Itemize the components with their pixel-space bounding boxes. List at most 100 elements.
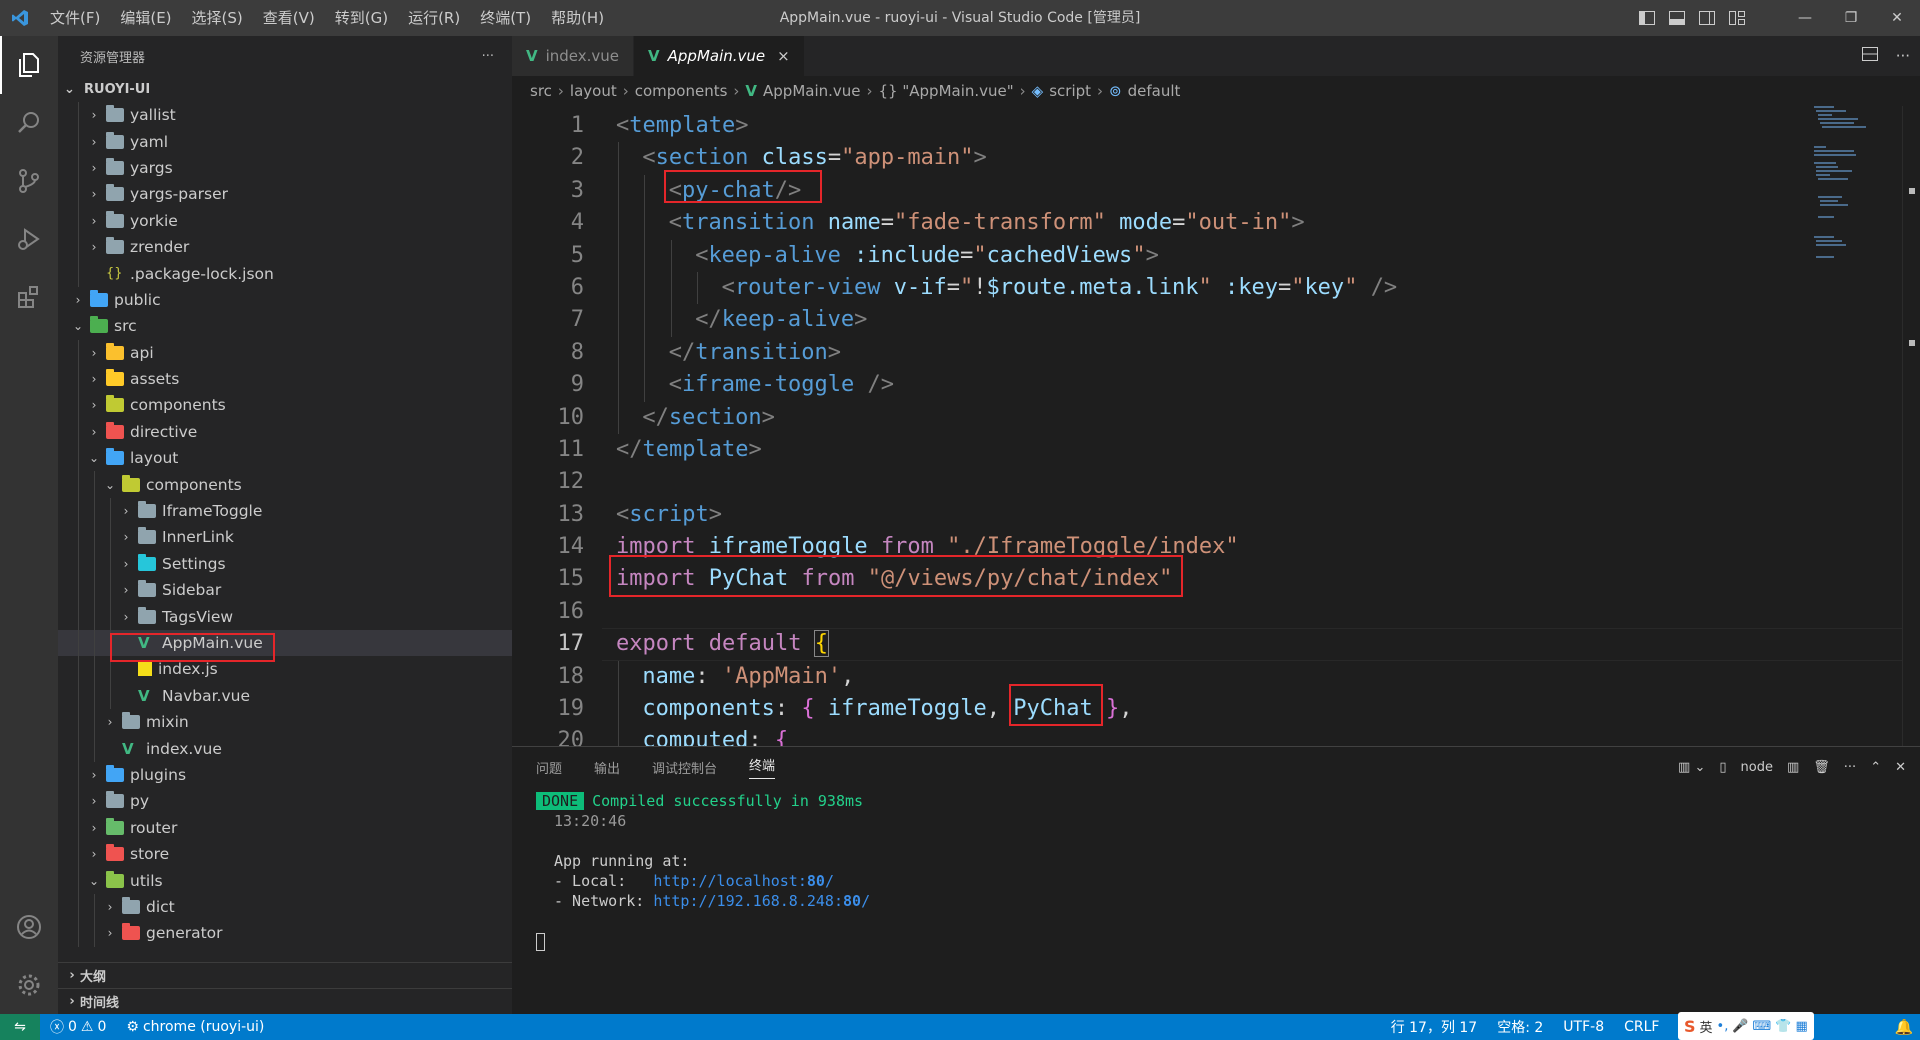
code-line[interactable]: 7 </keep-alive> [512, 304, 1902, 337]
skin-icon[interactable]: 👕 [1775, 1019, 1791, 1034]
close-window-icon[interactable]: ✕ [1874, 0, 1920, 36]
tree-folder[interactable]: › Settings [58, 550, 512, 578]
terminal-icon[interactable]: ▯ [1719, 760, 1726, 775]
breadcrumb-item[interactable]: src [530, 82, 552, 100]
tree-folder[interactable]: ⌄ utils [58, 867, 512, 894]
tree-folder[interactable]: › yargs-parser [58, 181, 512, 208]
code-line[interactable]: 11 </template> [512, 434, 1902, 466]
tree-folder[interactable]: › api [58, 339, 512, 366]
code-line[interactable]: 5 <keep-alive :include="cachedViews"> [512, 239, 1902, 272]
breadcrumb-item[interactable]: {} "AppMain.vue" [879, 82, 1014, 100]
code-line[interactable]: 10 </section> [512, 401, 1902, 434]
explorer-icon[interactable] [0, 36, 58, 94]
tree-folder[interactable]: › TagsView [58, 603, 512, 630]
editor-scrollbar[interactable] [1902, 106, 1920, 746]
cursor-position[interactable]: 行 17，列 17 [1381, 1017, 1488, 1037]
close-tab-icon[interactable]: × [777, 47, 790, 65]
tree-folder[interactable]: › components [58, 392, 512, 419]
breadcrumb-item[interactable]: components [635, 82, 728, 100]
minimize-icon[interactable]: — [1782, 0, 1828, 36]
remote-icon[interactable]: ⇋ [0, 1014, 40, 1040]
tree-file[interactable]: index.js [58, 656, 512, 683]
tree-folder[interactable]: › public [58, 287, 512, 313]
code-line[interactable]: 18 name: 'AppMain', [512, 660, 1902, 694]
source-control-icon[interactable] [0, 152, 58, 210]
terminal-name[interactable]: node [1741, 760, 1773, 775]
trash-icon[interactable]: 🗑 [1813, 760, 1830, 775]
code-line[interactable]: 2 <section class="app-main"> [512, 142, 1902, 175]
line-ending[interactable]: CRLF [1614, 1019, 1669, 1035]
tree-folder[interactable]: › yorkie [58, 207, 512, 234]
tab-appmain-vue[interactable]: V AppMain.vue × [634, 36, 805, 76]
extensions-icon[interactable] [0, 268, 58, 326]
tree-folder[interactable]: › assets [58, 365, 512, 393]
split-editor-icon[interactable] [1861, 47, 1878, 65]
tree-folder[interactable]: › generator [58, 920, 512, 947]
code-line[interactable]: 17 export default { [512, 628, 1902, 662]
tree-folder[interactable]: › store [58, 840, 512, 868]
close-panel-icon[interactable]: ✕ [1895, 760, 1906, 775]
notifications-icon[interactable]: 🔔 [1888, 1014, 1920, 1040]
problems-status[interactable]: ⓧ 0 ⚠ 0 [40, 1017, 116, 1037]
account-icon[interactable] [0, 898, 58, 956]
menu-item[interactable]: 选择(S) [182, 0, 253, 36]
local-url[interactable]: http://localhost: [653, 872, 807, 890]
menu-item[interactable]: 文件(F) [40, 0, 110, 36]
code-line[interactable]: 4 <transition name="fade-transform" mode=… [512, 207, 1902, 240]
run-debug-icon[interactable] [0, 210, 58, 268]
tree-folder[interactable]: › IframeToggle [58, 497, 512, 525]
encoding[interactable]: UTF-8 [1553, 1019, 1614, 1035]
code-line[interactable]: 19 components: { iframeToggle, PyChat }, [512, 693, 1902, 726]
tree-folder[interactable]: ⌄ src [58, 313, 512, 339]
tree-folder[interactable]: ⌄ layout [58, 445, 512, 472]
menu-item[interactable]: 转到(G) [325, 0, 398, 36]
code-line[interactable]: 9 <iframe-toggle /> [512, 369, 1902, 402]
tree-folder[interactable]: › yaml [58, 128, 512, 155]
panel-tab[interactable]: 终端 [749, 755, 776, 779]
menu-item[interactable]: 终端(T) [470, 0, 541, 36]
toolbox-icon[interactable]: ▦ [1796, 1019, 1808, 1034]
keyboard-icon[interactable]: ⌨ [1753, 1019, 1772, 1034]
code-editor[interactable]: 1 <template> 2 <section class="app-main"> 3 <… [512, 106, 1902, 746]
tree-folder[interactable]: › yallist [58, 102, 512, 129]
debug-status[interactable]: ⚙ chrome (ruoyi-ui) [116, 1019, 274, 1035]
code-line[interactable]: 16 [512, 596, 1902, 628]
local-port[interactable]: 80 [807, 872, 825, 890]
panel-tab[interactable]: 问题 [536, 758, 562, 777]
search-icon[interactable] [0, 94, 58, 152]
tree-file[interactable]: Vindex.vue [58, 735, 512, 762]
network-port[interactable]: 80 [843, 892, 861, 910]
tree-folder[interactable]: › mixin [58, 708, 512, 736]
code-line[interactable]: 15 import PyChat from "@/views/py/chat/in… [512, 563, 1902, 595]
split-terminal-icon[interactable]: ▥ ⌄ [1678, 760, 1705, 775]
tree-folder[interactable]: › zrender [58, 233, 512, 261]
indentation[interactable]: 空格: 2 [1487, 1017, 1553, 1037]
mic-icon[interactable]: 🎤 [1732, 1019, 1748, 1034]
tree-folder[interactable]: ⌄ components [58, 471, 512, 498]
menu-item[interactable]: 编辑(E) [110, 0, 181, 36]
panel-tab[interactable]: 输出 [594, 758, 620, 777]
project-root[interactable]: ⌄ RUOYI-UI [58, 76, 512, 102]
ime-mode[interactable]: 英 [1700, 1017, 1713, 1036]
code-line[interactable]: 20 computed: { [512, 725, 1902, 746]
breadcrumb-item[interactable]: script [1049, 82, 1091, 100]
tree-folder[interactable]: › directive [58, 418, 512, 446]
panel-tab[interactable]: 调试控制台 [652, 758, 717, 777]
tree-folder[interactable]: › Sidebar [58, 577, 512, 604]
breadcrumb-item[interactable]: layout [570, 82, 617, 100]
outline-section[interactable]: › 大纲 [58, 962, 512, 988]
tree-folder[interactable]: › py [58, 788, 512, 815]
tab-index-vue[interactable]: V index.vue [512, 36, 635, 76]
tree-folder[interactable]: › plugins [58, 761, 512, 789]
breadcrumb-item[interactable]: AppMain.vue [763, 82, 861, 100]
more-actions-icon[interactable]: ··· [482, 49, 494, 64]
tree-file[interactable]: V AppMain.vue [58, 629, 512, 657]
minimap[interactable] [1808, 106, 1898, 746]
code-line[interactable]: 6 <router-view v-if="!$route.meta.link" :… [512, 271, 1902, 305]
menu-item[interactable]: 运行(R) [398, 0, 470, 36]
tree-file[interactable]: {} .package-lock.json [58, 260, 512, 287]
more-actions-icon[interactable]: ··· [1896, 47, 1910, 65]
maximize-panel-icon[interactable]: ⌃ [1870, 760, 1881, 775]
code-line[interactable]: 12 [512, 466, 1902, 498]
code-line[interactable]: 13 <script> [512, 499, 1902, 531]
